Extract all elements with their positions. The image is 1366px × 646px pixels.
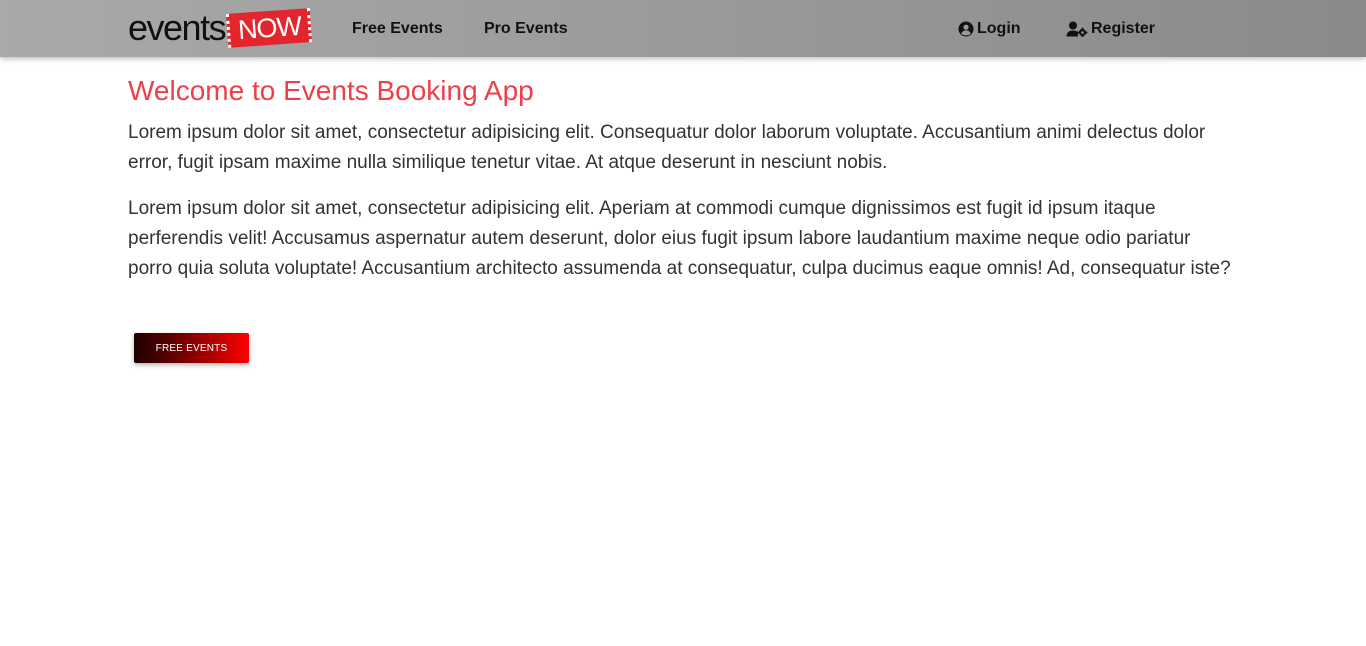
nav-free-events[interactable]: Free Events <box>352 0 443 57</box>
main-content: Welcome to Events Booking App Lorem ipsu… <box>128 72 1238 284</box>
navbar: events NOW Free Events Pro Events Login <box>0 0 1366 57</box>
nav-register-label: Register <box>1091 19 1156 37</box>
nav-pro-events[interactable]: Pro Events <box>484 0 568 57</box>
nav-login-label: Login <box>977 19 1021 37</box>
brand-logo[interactable]: events NOW <box>128 5 313 51</box>
intro-paragraph-2: Lorem ipsum dolor sit amet, consectetur … <box>128 198 1231 279</box>
logo-events-text: events <box>128 7 227 48</box>
free-events-button[interactable]: FREE EVENTS <box>134 333 249 363</box>
user-cog-icon <box>1066 21 1088 37</box>
nav-register[interactable]: Register <box>1066 0 1155 57</box>
intro-paragraph-1: Lorem ipsum dolor sit amet, consectetur … <box>128 122 1206 173</box>
page-title: Welcome to Events Booking App <box>128 75 534 106</box>
nav-login[interactable]: Login <box>958 0 1021 57</box>
user-circle-icon <box>958 21 974 37</box>
logo-now-badge: NOW <box>225 8 313 48</box>
